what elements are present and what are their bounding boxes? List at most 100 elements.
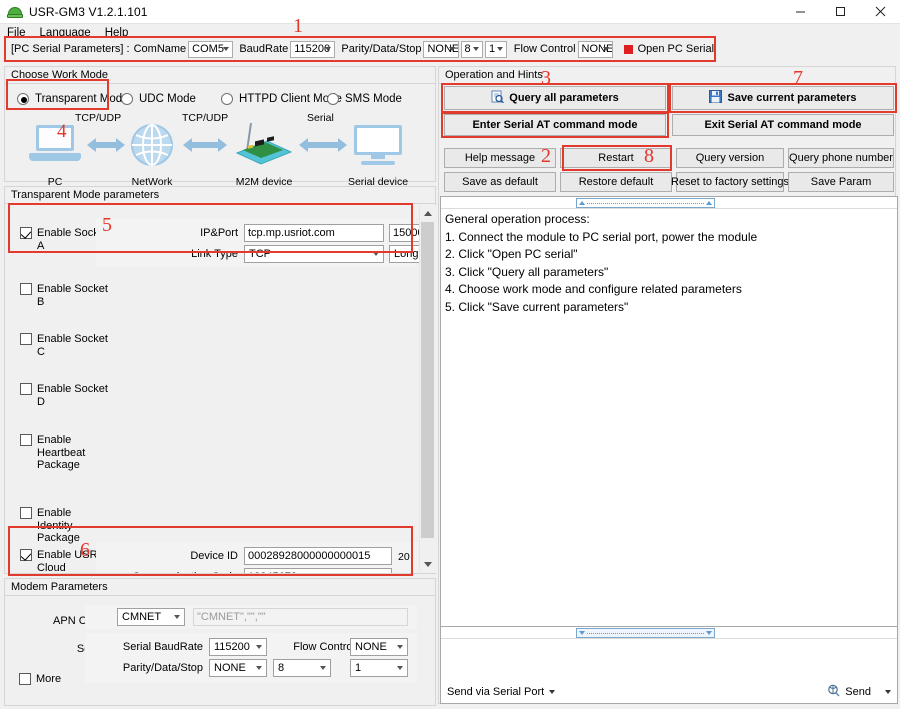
modem-parameters-group: Modem Parameters APN Code CMNET "CMNET",… bbox=[4, 578, 436, 706]
stopbits-select[interactable]: 1 bbox=[485, 40, 508, 58]
socket-a-sub: A bbox=[37, 239, 45, 252]
modem-parity-select[interactable]: NONE bbox=[209, 659, 267, 677]
scroll-down-button[interactable] bbox=[420, 557, 435, 572]
save-param-label: Save Param bbox=[810, 176, 872, 188]
save-current-parameters-button[interactable]: Save current parameters bbox=[672, 86, 894, 110]
socket-c-sub: C bbox=[37, 345, 45, 358]
annotation-2: 2 bbox=[541, 145, 551, 167]
help-message-label: Help message bbox=[464, 152, 536, 164]
socket-a-linktype-row: Link Type TCP Long C bbox=[178, 245, 434, 263]
query-phone-number-button[interactable]: Query phone number bbox=[788, 148, 894, 168]
log-output-area: General operation process: 1. Connect th… bbox=[440, 196, 898, 636]
radio-transparent-mode[interactable]: Transparent Mode bbox=[17, 93, 129, 105]
diagram-link-label-3: Serial bbox=[307, 112, 334, 124]
radio-sms-mode[interactable]: SMS Mode bbox=[327, 93, 402, 105]
send-icon bbox=[827, 684, 840, 700]
heartbeat-package-checkbox[interactable]: Enable Heartbeat Package bbox=[20, 434, 110, 472]
socket-c-checkbox[interactable]: Enable Socket C bbox=[20, 333, 110, 358]
device-id-input[interactable]: 00028928000000000015 bbox=[244, 547, 392, 565]
heartbeat-line-2: Heartbeat bbox=[37, 446, 86, 459]
chevron-down-icon bbox=[549, 690, 556, 694]
send-via-selector[interactable]: Send via Serial Port bbox=[447, 686, 556, 698]
modem-flow-control-select[interactable]: NONE bbox=[350, 638, 408, 656]
window-title: USR-GM3 V1.2.1.101 bbox=[29, 4, 148, 19]
help-message-button[interactable]: Help message bbox=[444, 148, 556, 168]
annotation-6: 6 bbox=[80, 539, 90, 561]
diagram-node-network: NetWork bbox=[125, 123, 179, 188]
socket-d-checkbox[interactable]: Enable Socket D bbox=[20, 383, 110, 408]
ip-address-input[interactable]: tcp.mp.usriot.com bbox=[244, 224, 384, 242]
chevron-up-icon bbox=[423, 211, 432, 216]
scrollbar-thumb[interactable] bbox=[421, 222, 434, 538]
save-as-default-button[interactable]: Save as default bbox=[444, 172, 556, 192]
enter-at-command-mode-button[interactable]: Enter Serial AT command mode bbox=[444, 114, 666, 136]
modem-stopbits-select[interactable]: 1 bbox=[350, 659, 408, 677]
scroll-up-button[interactable] bbox=[420, 206, 435, 221]
send-scrollbar-thumb[interactable] bbox=[576, 628, 715, 638]
log-line-0: General operation process: bbox=[445, 212, 590, 226]
usr-cloud-fields: Device ID 00028928000000000015 20 Commun… bbox=[96, 542, 416, 573]
transparent-params-vertical-scrollbar[interactable] bbox=[419, 206, 435, 572]
serial-baudrate-label: Serial BaudRate bbox=[122, 641, 203, 653]
query-all-parameters-label: Query all parameters bbox=[509, 92, 619, 104]
radio-httpd-client-mode[interactable]: HTTPD Client Mode bbox=[221, 93, 342, 105]
diagram-link-label-1: TCP/UDP bbox=[75, 112, 122, 124]
annotation-7: 7 bbox=[793, 67, 803, 89]
modem-params-title: Modem Parameters bbox=[5, 579, 435, 596]
more-checkbox[interactable]: More bbox=[19, 673, 61, 686]
flow-control-select[interactable]: NONE bbox=[577, 40, 613, 58]
transparent-mode-parameters-group: Transparent Mode parameters Enable Socke… bbox=[4, 186, 436, 574]
operation-hints-title: Operation and Hints bbox=[439, 67, 895, 84]
minimize-button[interactable] bbox=[780, 0, 820, 24]
communication-code-label: Communication Code bbox=[116, 571, 238, 573]
query-version-button[interactable]: Query version bbox=[676, 148, 784, 168]
query-phone-number-label: Query phone number bbox=[789, 152, 893, 164]
identity-package-checkbox[interactable]: Enable Identity Package bbox=[20, 507, 110, 545]
baudrate-select[interactable]: 115200 bbox=[290, 40, 336, 58]
diagram-arrow-1 bbox=[87, 138, 125, 152]
exit-at-command-mode-button[interactable]: Exit Serial AT command mode bbox=[672, 114, 894, 136]
maximize-button[interactable] bbox=[820, 0, 860, 24]
radio-label-udc: UDC Mode bbox=[139, 93, 196, 105]
chevron-down-icon bbox=[423, 562, 432, 567]
socket-b-checkbox[interactable]: Enable Socket B bbox=[20, 283, 110, 308]
apn-code-select[interactable]: CMNET bbox=[117, 608, 185, 626]
communication-code-input[interactable]: 12345678 bbox=[244, 568, 392, 573]
log-line-3: 3. Click "Query all parameters" bbox=[445, 264, 609, 279]
modem-databits-select[interactable]: 8 bbox=[273, 659, 331, 677]
serial-panel: Serial BaudRate 115200 Flow Control NONE… bbox=[85, 633, 417, 683]
databits-select[interactable]: 8 bbox=[460, 40, 484, 58]
close-button[interactable] bbox=[860, 0, 900, 24]
radio-label-transparent: Transparent Mode bbox=[35, 93, 129, 105]
log-horizontal-scrollbar[interactable] bbox=[441, 197, 897, 209]
device-id-count: 20 bbox=[398, 551, 410, 563]
modem-parity-label: Parity/Data/Stop bbox=[122, 662, 203, 674]
query-all-parameters-button[interactable]: Query all parameters bbox=[444, 86, 666, 110]
open-pc-serial-button[interactable]: Open PC Serial bbox=[623, 43, 715, 55]
socket-b-sub: B bbox=[37, 295, 45, 308]
save-param-button[interactable]: Save Param bbox=[788, 172, 894, 192]
diagram-link-label-2: TCP/UDP bbox=[182, 112, 229, 124]
link-type-select[interactable]: TCP bbox=[244, 245, 384, 263]
restore-default-button[interactable]: Restore default bbox=[560, 172, 672, 192]
restart-button[interactable]: Restart bbox=[560, 148, 672, 168]
apn-string-input[interactable]: "CMNET","","" bbox=[193, 608, 408, 626]
comname-select[interactable]: COM5 bbox=[188, 40, 234, 58]
radio-udc-mode[interactable]: UDC Mode bbox=[121, 93, 196, 105]
magnifier-document-icon bbox=[491, 90, 505, 106]
pc-serial-parameters-bar: [PC Serial Parameters] : ComName COM5 Ba… bbox=[4, 36, 716, 62]
open-pc-serial-label: Open PC Serial bbox=[637, 43, 715, 55]
serial-baudrate-select[interactable]: 115200 bbox=[209, 638, 267, 656]
radio-dot-icon bbox=[121, 93, 133, 105]
radio-dot-icon bbox=[17, 93, 29, 105]
parity-select[interactable]: NONE bbox=[423, 40, 459, 58]
send-button[interactable]: Send bbox=[827, 684, 891, 700]
log-scrollbar-thumb[interactable] bbox=[576, 198, 715, 208]
send-input[interactable] bbox=[443, 641, 895, 681]
reset-to-factory-settings-button[interactable]: Reset to factory settings bbox=[671, 172, 789, 192]
title-bar: USR-GM3 V1.2.1.101 bbox=[0, 0, 900, 24]
send-horizontal-scrollbar[interactable] bbox=[441, 627, 897, 639]
annotation-5: 5 bbox=[102, 214, 112, 236]
exit-at-mode-label: Exit Serial AT command mode bbox=[704, 119, 862, 131]
annotation-1: 1 bbox=[293, 15, 303, 37]
